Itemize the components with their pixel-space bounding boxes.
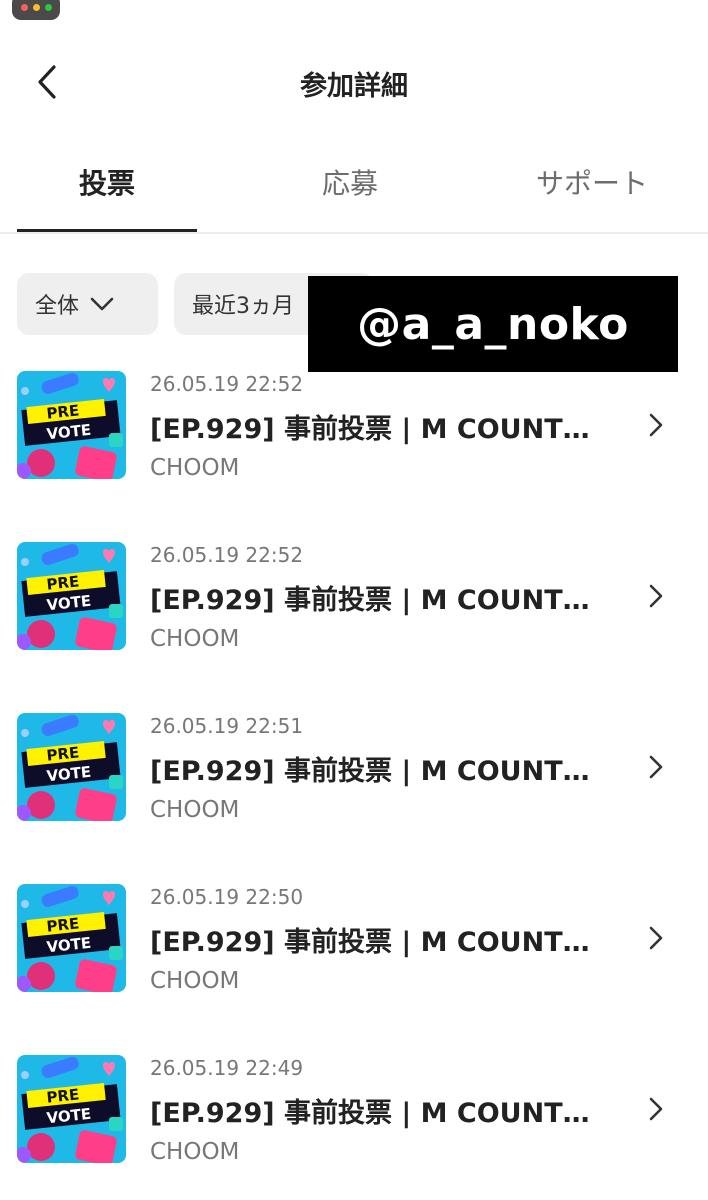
chevron-down-icon xyxy=(90,297,114,311)
item-date: 26.05.19 22:51 xyxy=(150,714,304,738)
svg-text:PRE: PRE xyxy=(46,743,80,764)
item-organizer: CHOOM xyxy=(150,455,240,481)
item-title: [EP.929] 事前投票 | M COUNTDOWN xyxy=(150,1098,610,1129)
prevote-thumbnail: PRE VOTE xyxy=(17,713,126,821)
tab-apply[interactable]: 応募 xyxy=(260,162,440,202)
item-title: [EP.929] 事前投票 | M COUNTDOWN xyxy=(150,756,610,787)
list-item[interactable]: PRE VOTE 26.05.19 22:52 [EP.929] 事前投票 | … xyxy=(0,371,708,501)
item-title: [EP.929] 事前投票 | M COUNTDOWN xyxy=(150,927,610,958)
period-filter-label: 最近3ヵ月 xyxy=(192,294,294,319)
more-menu-icon[interactable] xyxy=(12,0,60,20)
active-tab-indicator xyxy=(17,229,197,232)
chevron-right-icon xyxy=(649,584,663,608)
chevron-right-icon xyxy=(649,755,663,779)
item-date: 26.05.19 22:52 xyxy=(150,372,304,396)
chevron-right-icon xyxy=(649,926,663,950)
chevron-right-icon xyxy=(649,1097,663,1121)
item-date: 26.05.19 22:50 xyxy=(150,885,304,909)
item-organizer: CHOOM xyxy=(150,626,240,652)
prevote-thumbnail: PRE VOTE xyxy=(17,542,126,650)
prevote-thumbnail: PRE VOTE xyxy=(17,371,126,479)
svg-text:PRE: PRE xyxy=(46,1085,80,1106)
item-organizer: CHOOM xyxy=(150,797,240,823)
item-organizer: CHOOM xyxy=(150,1139,240,1165)
svg-text:PRE: PRE xyxy=(46,914,80,935)
list-item[interactable]: PRE VOTE 26.05.19 22:50 [EP.929] 事前投票 | … xyxy=(0,884,708,1014)
tab-support[interactable]: サポート xyxy=(502,162,682,202)
page-title: 参加詳細 xyxy=(300,71,408,102)
chevron-right-icon xyxy=(649,413,663,437)
scope-filter-label: 全体 xyxy=(35,294,80,319)
prevote-thumbnail: PRE VOTE xyxy=(17,1055,126,1163)
dot-red xyxy=(20,3,28,11)
page-header: 参加詳細 xyxy=(0,44,708,120)
watermark-overlay: @a_a_noko xyxy=(308,276,678,372)
tab-vote[interactable]: 投票 xyxy=(17,162,197,202)
list-item[interactable]: PRE VOTE 26.05.19 22:51 [EP.929] 事前投票 | … xyxy=(0,713,708,843)
prevote-thumbnail: PRE VOTE xyxy=(17,884,126,992)
item-date: 26.05.19 22:49 xyxy=(150,1056,304,1080)
item-date: 26.05.19 22:52 xyxy=(150,543,304,567)
svg-text:PRE: PRE xyxy=(46,401,80,422)
list-item[interactable]: PRE VOTE 26.05.19 22:52 [EP.929] 事前投票 | … xyxy=(0,542,708,672)
dot-yellow xyxy=(32,3,40,11)
dot-green xyxy=(44,3,52,11)
item-title: [EP.929] 事前投票 | M COUNTDOWN xyxy=(150,585,610,616)
tab-bar: 投票 応募 サポート xyxy=(0,140,708,234)
svg-text:PRE: PRE xyxy=(46,572,80,593)
scope-filter-dropdown[interactable]: 全体 xyxy=(17,273,158,335)
item-organizer: CHOOM xyxy=(150,968,240,994)
item-title: [EP.929] 事前投票 | M COUNTDOWN xyxy=(150,414,610,445)
list-item[interactable]: PRE VOTE 26.05.19 22:49 [EP.929] 事前投票 | … xyxy=(0,1055,708,1185)
